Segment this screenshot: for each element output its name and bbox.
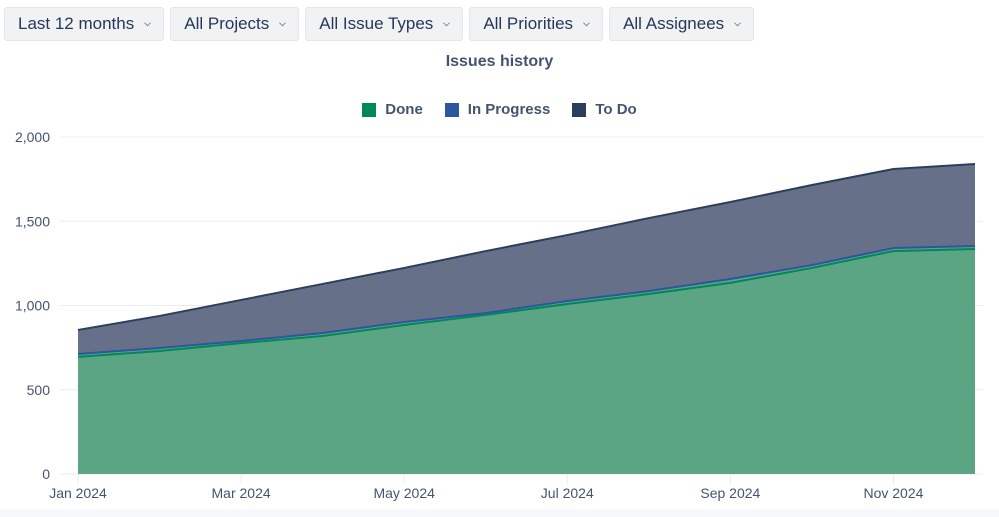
y-tick-label: 0 bbox=[42, 466, 50, 482]
x-tick-label: Jul 2024 bbox=[541, 485, 594, 501]
y-tick-label: 1,000 bbox=[15, 298, 50, 314]
x-tick-label: Mar 2024 bbox=[212, 485, 271, 501]
footer-band bbox=[0, 509, 999, 517]
chart-areas bbox=[77, 162, 976, 474]
x-tick-label: Nov 2024 bbox=[863, 485, 923, 501]
x-tick-label: Sep 2024 bbox=[700, 485, 760, 501]
x-axis: Jan 2024 Mar 2024 May 2024 Jul 2024 Sep 2024… bbox=[49, 474, 924, 501]
issues-history-chart: 0 500 1,000 1,500 2,000 Jan 2024 Mar 2024 May … bbox=[15, 129, 983, 501]
y-tick-label: 2,000 bbox=[15, 129, 50, 145]
y-axis: 0 500 1,000 1,500 2,000 bbox=[15, 129, 50, 482]
x-tick-label: May 2024 bbox=[373, 485, 435, 501]
y-tick-label: 500 bbox=[27, 382, 51, 398]
y-tick-label: 1,500 bbox=[15, 213, 50, 229]
x-tick-label: Jan 2024 bbox=[49, 485, 107, 501]
